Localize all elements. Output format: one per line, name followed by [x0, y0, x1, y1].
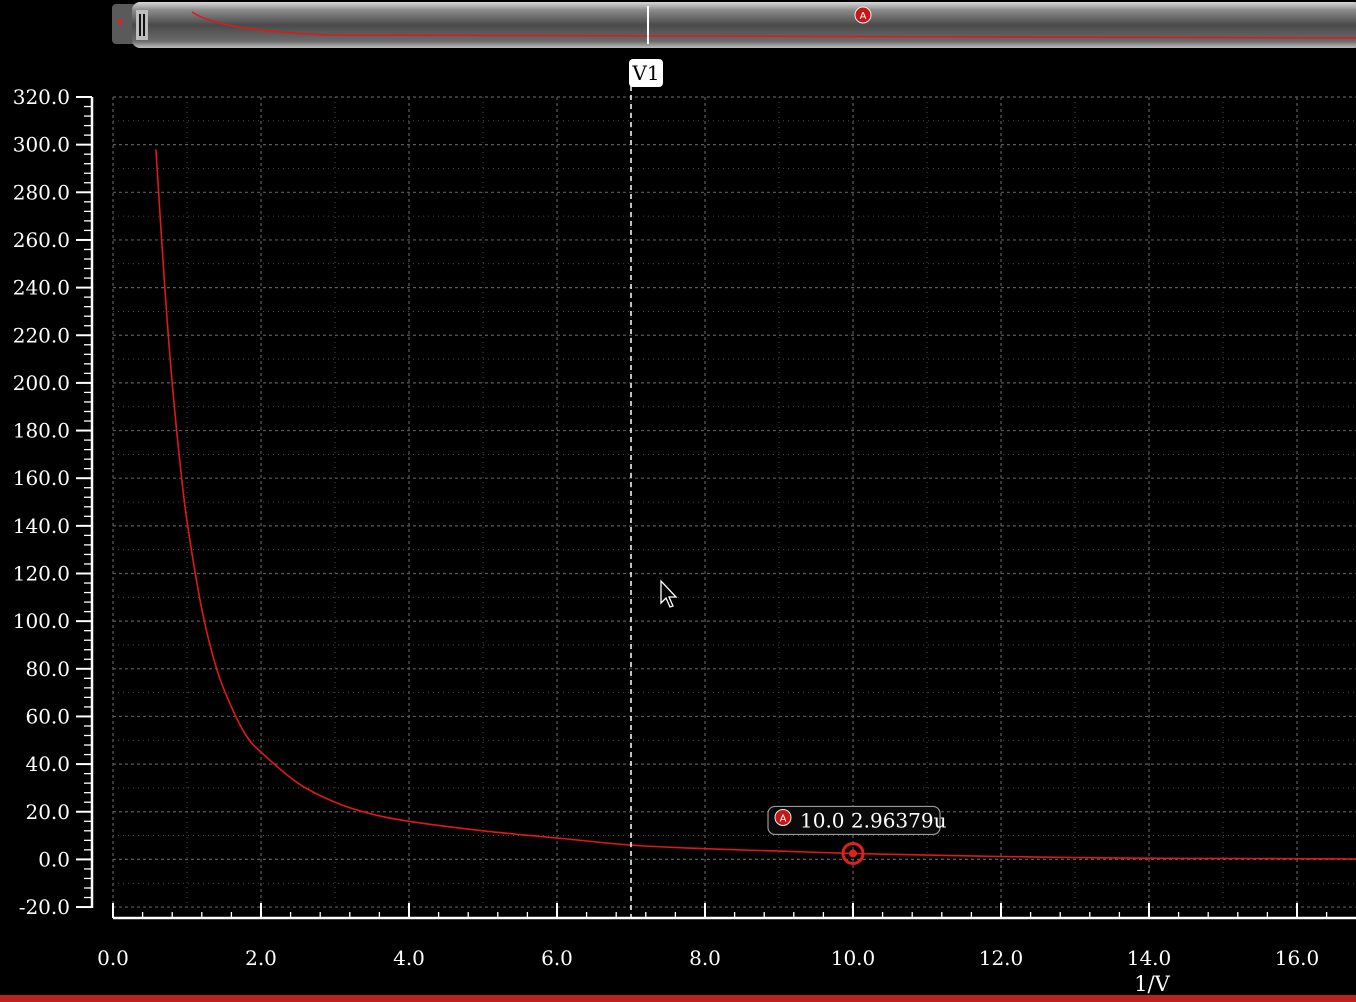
- marker-readout: 10.0 2.96379u: [800, 808, 947, 832]
- x-tick-labels: 0.0 2.0 4.0 6.0 8.0 10.0 12.0 14.0 16.0: [97, 946, 1319, 970]
- overview-marker-label: A: [860, 11, 867, 22]
- marker-badge-label: A: [780, 813, 787, 824]
- y-tick-label: 200.0: [13, 371, 70, 395]
- x-tick-label: 0.0: [97, 946, 129, 970]
- x-tick-label: 8.0: [689, 946, 721, 970]
- x-tick-label: 2.0: [245, 946, 277, 970]
- series-trace[interactable]: [155, 149, 1356, 860]
- overview-strip[interactable]: A: [0, 0, 1356, 52]
- y-tick-label: 180.0: [13, 419, 70, 443]
- x-tick-label: 10.0: [831, 946, 876, 970]
- grid: [112, 96, 1356, 908]
- y-tick-label: -20.0: [19, 895, 70, 919]
- overview-drag-handle[interactable]: [136, 10, 148, 40]
- x-tick-label: 4.0: [393, 946, 425, 970]
- overview-window[interactable]: [132, 2, 1356, 48]
- x-tick-label: 12.0: [979, 946, 1024, 970]
- y-tick-label: 280.0: [13, 180, 70, 204]
- marker-point-center: [849, 849, 857, 858]
- y-tick-label: 80.0: [25, 657, 70, 681]
- arrow-pointer-icon: [660, 579, 678, 608]
- plot-area[interactable]: 320.0 300.0 280.0 260.0 240.0 220.0 200.0 180.0…: [0, 52, 1356, 1002]
- x-tick-label: 16.0: [1275, 946, 1320, 970]
- y-tick-label: 60.0: [25, 704, 70, 728]
- y-tick-label: 240.0: [13, 276, 70, 300]
- y-tick-labels: 320.0 300.0 280.0 260.0 240.0 220.0 200.0 180.0…: [13, 85, 70, 919]
- y-tick-label: 40.0: [25, 752, 70, 776]
- x-tick-label: 6.0: [541, 946, 573, 970]
- y-tick-label: 100.0: [13, 609, 70, 633]
- y-tick-label: 20.0: [25, 800, 70, 824]
- y-tick-label: 300.0: [13, 133, 70, 157]
- vertical-cursor-v1[interactable]: V1: [629, 59, 663, 918]
- y-tick-label: 220.0: [13, 323, 70, 347]
- axes: [76, 96, 1356, 920]
- y-tick-label: 160.0: [13, 466, 70, 490]
- x-tick-label: 14.0: [1127, 946, 1172, 970]
- cursor-label: V1: [631, 61, 659, 85]
- x-axis-label: 1/V: [1134, 972, 1170, 996]
- y-tick-label: 140.0: [13, 514, 70, 538]
- y-tick-label: 260.0: [13, 228, 70, 252]
- y-tick-label: 320.0: [13, 85, 70, 109]
- bottom-status-strip: [0, 995, 1356, 1002]
- y-tick-label: 0.0: [38, 847, 70, 871]
- y-tick-label: 120.0: [13, 562, 70, 586]
